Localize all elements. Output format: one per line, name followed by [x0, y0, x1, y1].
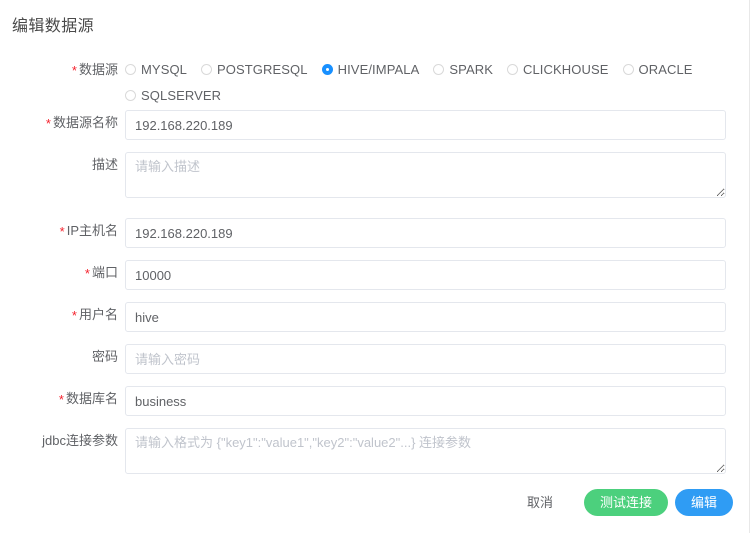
description-control	[125, 152, 750, 198]
port-input[interactable]	[125, 260, 726, 290]
radio-label-spark: SPARK	[449, 61, 493, 77]
datasource-radio-control: MYSQL POSTGRESQL HIVE/IMPALA SPARK CLICK	[125, 57, 750, 105]
radio-label-oracle: ORACLE	[638, 61, 693, 77]
radio-circle-icon	[125, 63, 136, 75]
required-asterisk: *	[58, 392, 64, 407]
datasource-radio-group-row2: SQLSERVER	[125, 85, 725, 105]
datasource-name-input[interactable]	[125, 110, 726, 140]
cancel-button[interactable]: 取消	[521, 490, 559, 516]
form-row-port: * 端口	[0, 260, 750, 290]
password-control	[125, 344, 750, 374]
required-asterisk: *	[71, 63, 77, 78]
label-password-text: 密码	[91, 349, 118, 364]
form-row-username: * 用户名	[0, 302, 750, 332]
username-control	[125, 302, 750, 332]
label-password: 密码	[0, 344, 125, 370]
form-row-name: * 数据源名称	[0, 110, 750, 140]
label-host-text: IP主机名	[66, 223, 118, 238]
radio-option-postgresql[interactable]: POSTGRESQL	[201, 59, 308, 79]
label-username-text: 用户名	[78, 307, 118, 322]
form-row-host: * IP主机名	[0, 218, 750, 248]
host-control	[125, 218, 750, 248]
form-row-password: 密码	[0, 344, 750, 374]
datasource-radio-group: MYSQL POSTGRESQL HIVE/IMPALA SPARK CLICK	[125, 57, 725, 105]
radio-circle-icon	[433, 63, 445, 75]
radio-label-sqlserver: SQLSERVER	[141, 87, 222, 103]
radio-option-mysql[interactable]: MYSQL	[125, 59, 187, 79]
radio-option-oracle[interactable]: ORACLE	[622, 59, 693, 79]
label-host: * IP主机名	[0, 218, 125, 244]
required-asterisk: *	[71, 308, 77, 323]
radio-circle-icon	[125, 89, 136, 101]
label-jdbc: jdbc连接参数	[0, 428, 125, 454]
radio-label-postgresql: POSTGRESQL	[217, 61, 308, 77]
submit-edit-button[interactable]: 编辑	[674, 489, 733, 516]
edit-datasource-dialog: 编辑数据源 *数据源 MYSQL POSTGRESQL HIVE/IMPALA	[0, 0, 750, 533]
host-input[interactable]	[125, 218, 726, 248]
label-port-text: 端口	[91, 265, 118, 280]
label-datasource-name: * 数据源名称	[0, 110, 125, 136]
radio-option-sqlserver[interactable]: SQLSERVER	[125, 85, 221, 105]
form-row-datasource: * 数据源 MYSQL POSTGRESQL HIVE/IMPALA SPARK…	[0, 57, 750, 105]
required-asterisk: *	[45, 116, 51, 131]
form-row-database: * 数据库名	[0, 386, 750, 416]
description-textarea[interactable]	[125, 152, 726, 198]
database-input[interactable]	[125, 386, 726, 416]
label-description-text: 描述	[91, 157, 118, 172]
label-jdbc-text: jdbc连接参数	[42, 433, 118, 448]
radio-option-spark[interactable]: SPARK	[433, 59, 493, 79]
radio-label-hive-impala: HIVE/IMPALA	[337, 61, 420, 77]
radio-circle-icon	[506, 63, 518, 75]
label-port: * 端口	[0, 260, 125, 286]
label-datasource-text: 数据源	[78, 62, 118, 77]
password-input[interactable]	[125, 344, 726, 374]
form-row-description: 描述	[0, 152, 750, 198]
port-control	[125, 260, 750, 290]
radio-label-mysql: MYSQL	[141, 61, 188, 77]
label-username: * 用户名	[0, 302, 125, 328]
dialog-footer: 取消 测试连接 编辑	[0, 489, 733, 516]
radio-option-clickhouse[interactable]: CLICKHOUSE	[506, 59, 609, 79]
name-control	[125, 110, 750, 140]
jdbc-params-textarea[interactable]	[125, 428, 726, 474]
label-database: * 数据库名	[0, 386, 125, 412]
label-datasource-name-text: 数据源名称	[52, 115, 118, 130]
radio-circle-checked-icon	[321, 63, 333, 75]
page-title: 编辑数据源	[12, 18, 95, 35]
database-control	[125, 386, 750, 416]
jdbc-control	[125, 428, 750, 474]
label-datasource: * 数据源	[0, 57, 125, 83]
form-row-jdbc: jdbc连接参数	[0, 428, 750, 474]
label-description: 描述	[0, 152, 125, 178]
required-asterisk: *	[59, 224, 65, 239]
username-input[interactable]	[125, 302, 726, 332]
label-database-text: 数据库名	[65, 391, 118, 406]
test-connection-button[interactable]: 测试连接	[583, 489, 668, 516]
required-asterisk: *	[84, 266, 90, 281]
radio-circle-icon	[622, 63, 634, 75]
radio-label-clickhouse: CLICKHOUSE	[522, 61, 609, 77]
radio-circle-icon	[201, 63, 213, 75]
radio-option-hive-impala[interactable]: HIVE/IMPALA	[321, 59, 420, 79]
